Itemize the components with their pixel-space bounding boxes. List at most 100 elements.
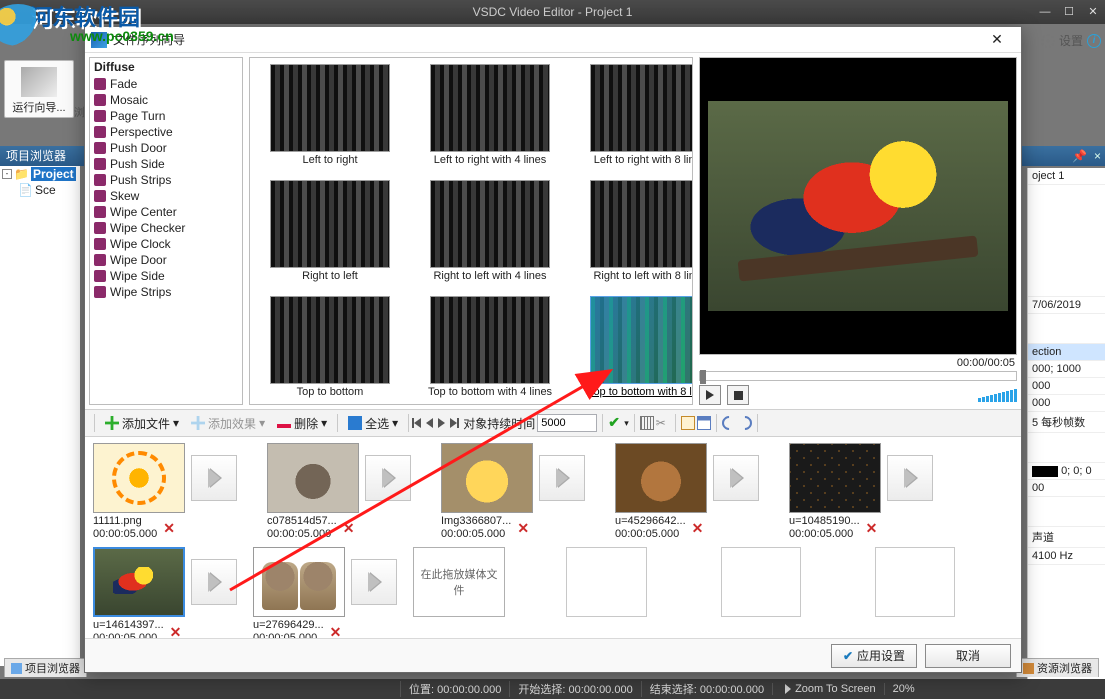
transition-item[interactable]: Left to right — [256, 64, 404, 180]
media-item[interactable]: Img3366807...00:00:05.000✕ — [441, 443, 599, 541]
go-end-icon — [450, 418, 457, 428]
play-button[interactable] — [699, 385, 721, 405]
transition-arrow[interactable] — [351, 559, 397, 605]
dialog-title: 文件序列向导 — [113, 31, 185, 48]
transition-item[interactable]: Right to left with 4 lines — [416, 180, 564, 296]
undo-icon[interactable] — [719, 413, 739, 433]
effect-item[interactable]: Push Door — [90, 140, 242, 156]
redo-icon[interactable] — [735, 413, 755, 433]
effect-item[interactable]: Push Strips — [90, 172, 242, 188]
tab-project-browser[interactable]: 项目浏览器 — [4, 658, 87, 677]
transition-item[interactable]: Left to right with 4 lines — [416, 64, 564, 180]
close-icon[interactable]: ✕ — [1085, 4, 1101, 20]
tool-icon-2[interactable] — [697, 416, 711, 430]
gear-icon — [1041, 34, 1055, 48]
transition-arrow[interactable] — [191, 455, 237, 501]
transition-item[interactable]: Right to left — [256, 180, 404, 296]
remove-media-icon[interactable]: ✕ — [517, 522, 529, 535]
media-item[interactable]: u=27696429...00:00:05.000✕ — [253, 547, 397, 638]
prev-icon — [426, 418, 433, 428]
transition-arrow[interactable] — [365, 455, 411, 501]
media-item[interactable]: c078514d57...00:00:05.000✕ — [267, 443, 425, 541]
go-start-icon — [414, 418, 421, 428]
effect-item[interactable]: Fade — [90, 76, 242, 92]
settings-button[interactable]: 设置 i — [1041, 32, 1101, 49]
status-bar: 位置: 00:00:00.000 开始选择: 00:00:00.000 结束选择… — [0, 679, 1105, 699]
transition-arrow[interactable] — [887, 455, 933, 501]
wizard-icon — [91, 32, 107, 48]
ruler-icon[interactable] — [640, 416, 654, 430]
delete-button[interactable]: 删除▾ — [272, 412, 332, 435]
transition-arrow[interactable] — [713, 455, 759, 501]
transition-arrow[interactable] — [539, 455, 585, 501]
properties-panel: oject 1 7/06/2019 ection 000; 1000 000 0… — [1027, 168, 1105, 688]
next-icon — [438, 418, 445, 428]
apply-settings-button[interactable]: ✔应用设置 — [831, 644, 917, 668]
effect-item[interactable]: Wipe Side — [90, 268, 242, 284]
drop-hint[interactable]: 在此拖放媒体文件 — [413, 547, 505, 617]
transition-item[interactable]: Top to bottom with 8 lines — [576, 296, 693, 405]
transition-arrow[interactable] — [191, 559, 237, 605]
effects-category: Diffuse — [90, 58, 242, 76]
transition-item[interactable]: Left to right with 8 lines — [576, 64, 693, 180]
media-item[interactable]: u=45296642...00:00:05.000✕ — [615, 443, 773, 541]
remove-media-icon[interactable]: ✕ — [343, 522, 355, 535]
duration-input[interactable] — [537, 414, 597, 432]
app-title: VSDC Video Editor - Project 1 — [473, 5, 633, 19]
run-wizard-button[interactable]: 运行向导... — [4, 60, 74, 118]
pin-icon[interactable]: 📌 — [1072, 146, 1087, 166]
remove-media-icon[interactable]: ✕ — [170, 626, 182, 639]
media-item[interactable]: 11111.png00:00:05.000✕ — [93, 443, 251, 541]
volume-indicator[interactable] — [978, 389, 1017, 402]
tab-resource-browser[interactable]: 资源浏览器 — [1016, 658, 1099, 677]
add-file-button[interactable]: 添加文件▾ — [100, 412, 184, 435]
remove-media-icon[interactable]: ✕ — [163, 522, 175, 535]
media-item[interactable]: u=10485190...00:00:05.000✕ — [789, 443, 947, 541]
file-sequence-wizard-dialog: 文件序列向导 ✕ Diffuse FadeMosaicPage TurnPers… — [84, 26, 1022, 673]
effect-item[interactable]: Wipe Clock — [90, 236, 242, 252]
effect-item[interactable]: Skew — [90, 188, 242, 204]
effect-item[interactable]: Wipe Strips — [90, 284, 242, 300]
transition-item[interactable]: Right to left with 8 lines — [576, 180, 693, 296]
app-title-bar: VSDC Video Editor - Project 1 — ☐ ✕ — [0, 0, 1105, 24]
close-panel-icon[interactable]: × — [1094, 146, 1101, 166]
transition-item[interactable]: Top to bottom with 4 lines — [416, 296, 564, 405]
add-effect-button: 添加效果▾ — [186, 412, 270, 435]
minimize-icon[interactable]: — — [1037, 4, 1053, 20]
effect-item[interactable]: Page Turn — [90, 108, 242, 124]
cancel-button[interactable]: 取消 — [925, 644, 1011, 668]
effect-item[interactable]: Perspective — [90, 124, 242, 140]
effect-item[interactable]: Wipe Checker — [90, 220, 242, 236]
effect-item[interactable]: Push Side — [90, 156, 242, 172]
effect-item[interactable]: Wipe Center — [90, 204, 242, 220]
preview-time: 00:00/00:05 — [957, 357, 1015, 369]
media-strip[interactable]: 11111.png00:00:05.000✕c078514d57...00:00… — [85, 437, 1021, 638]
empty-slot — [875, 547, 955, 617]
duration-label: 对象持续时间 — [463, 415, 535, 432]
info-icon[interactable]: i — [1087, 34, 1101, 48]
transitions-gallery[interactable]: Left to rightLeft to right with 4 linesL… — [249, 57, 693, 405]
scissors-icon[interactable]: ✂ — [656, 416, 670, 430]
select-all-button[interactable]: 全选▾ — [343, 412, 403, 435]
effect-item[interactable]: Wipe Door — [90, 252, 242, 268]
stop-button[interactable] — [727, 385, 749, 405]
tool-icon-1[interactable] — [681, 416, 695, 430]
empty-slot — [721, 547, 801, 617]
empty-slot — [566, 547, 646, 617]
remove-media-icon[interactable]: ✕ — [330, 626, 342, 639]
file-toolbar: 添加文件▾ 添加效果▾ 删除▾ 全选▾ 对象持续时间 ✔ ▾ ✂ — [85, 409, 1021, 437]
apply-icon[interactable]: ✔ — [608, 416, 622, 430]
transport-controls[interactable] — [414, 418, 457, 428]
effect-item[interactable]: Mosaic — [90, 92, 242, 108]
dialog-close-button[interactable]: ✕ — [979, 29, 1015, 51]
preview-seek-bar[interactable] — [699, 371, 1017, 381]
remove-media-icon[interactable]: ✕ — [692, 522, 704, 535]
transition-item[interactable]: Top to bottom — [256, 296, 404, 405]
media-item[interactable]: u=14614397...00:00:05.000✕ — [93, 547, 237, 638]
maximize-icon[interactable]: ☐ — [1061, 4, 1077, 20]
effects-list[interactable]: Diffuse FadeMosaicPage TurnPerspectivePu… — [89, 57, 243, 405]
project-tree[interactable]: -📁Project 📄Sce — [0, 166, 80, 666]
remove-media-icon[interactable]: ✕ — [866, 522, 878, 535]
preview-panel: 00:00/00:05 — [699, 57, 1017, 405]
preview-viewport — [699, 57, 1017, 355]
